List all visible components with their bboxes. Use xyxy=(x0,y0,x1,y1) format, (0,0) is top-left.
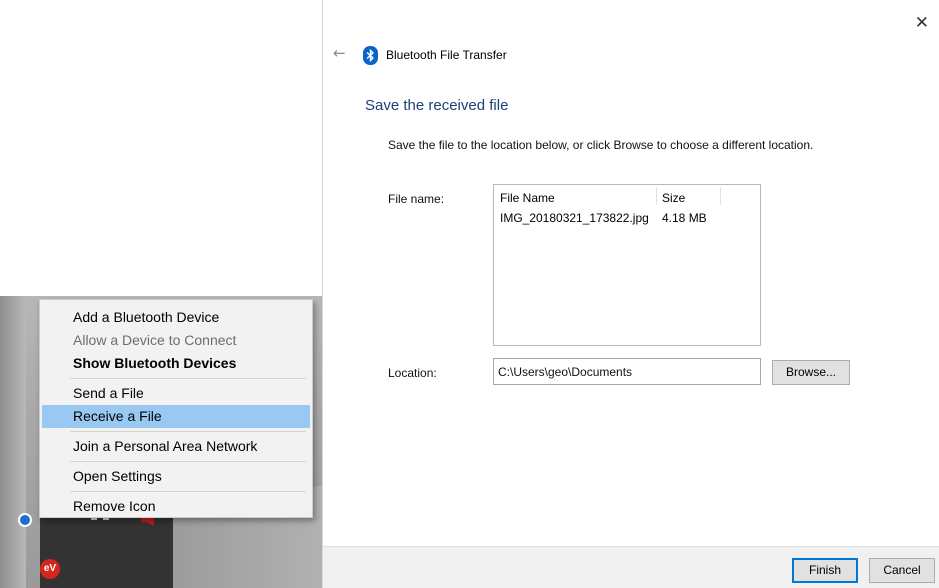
antivirus-icon[interactable]: eV xyxy=(40,559,60,579)
menu-item-show-bluetooth-devices[interactable]: Show Bluetooth Devices xyxy=(40,352,312,375)
back-arrow-icon[interactable]: ← xyxy=(333,44,346,62)
column-divider[interactable] xyxy=(656,187,657,205)
file-list-header: File Name Size xyxy=(494,185,760,207)
location-input[interactable] xyxy=(493,358,761,385)
window-title: Bluetooth File Transfer xyxy=(386,48,507,62)
file-list[interactable]: File Name Size IMG_20180321_173822.jpg 4… xyxy=(493,184,761,346)
menu-separator xyxy=(70,378,306,379)
menu-item-join-personal-area-network[interactable]: Join a Personal Area Network xyxy=(40,435,312,458)
finish-button[interactable]: Finish xyxy=(792,558,858,583)
menu-item-add-bluetooth-device[interactable]: Add a Bluetooth Device xyxy=(40,306,312,329)
menu-item-open-settings[interactable]: Open Settings xyxy=(40,465,312,488)
column-header-size[interactable]: Size xyxy=(662,191,685,205)
bluetooth-logo-icon xyxy=(363,46,378,65)
browse-button[interactable]: Browse... xyxy=(772,360,850,385)
file-name-label: File name: xyxy=(388,192,445,206)
location-label: Location: xyxy=(388,366,437,380)
desktop-area: eV Add a Bluetooth Device Allow a Device… xyxy=(0,0,322,588)
column-divider[interactable] xyxy=(720,187,721,205)
menu-item-receive-file[interactable]: Receive a File xyxy=(42,405,310,428)
menu-item-allow-device-to-connect: Allow a Device to Connect xyxy=(73,332,237,348)
close-icon[interactable]: ✕ xyxy=(915,13,929,33)
menu-item-remove-icon[interactable]: Remove Icon xyxy=(40,495,312,518)
column-header-file-name[interactable]: File Name xyxy=(500,191,555,205)
menu-separator xyxy=(70,491,306,492)
menu-item-send-file[interactable]: Send a File xyxy=(40,382,312,405)
bluetooth-file-transfer-window: ✕ ← Bluetooth File Transfer Save the rec… xyxy=(323,0,939,588)
menu-separator xyxy=(70,431,306,432)
file-size-cell: 4.18 MB xyxy=(662,211,707,225)
file-name-cell: IMG_20180321_173822.jpg xyxy=(500,211,649,225)
network-icon[interactable] xyxy=(91,518,109,521)
page-heading: Save the received file xyxy=(365,97,509,114)
bluetooth-icon[interactable] xyxy=(18,513,32,527)
bluetooth-context-menu: Add a Bluetooth Device Allow a Device to… xyxy=(39,299,313,518)
instruction-text: Save the file to the location below, or … xyxy=(388,138,814,152)
cancel-button[interactable]: Cancel xyxy=(869,558,935,583)
menu-separator xyxy=(70,461,306,462)
